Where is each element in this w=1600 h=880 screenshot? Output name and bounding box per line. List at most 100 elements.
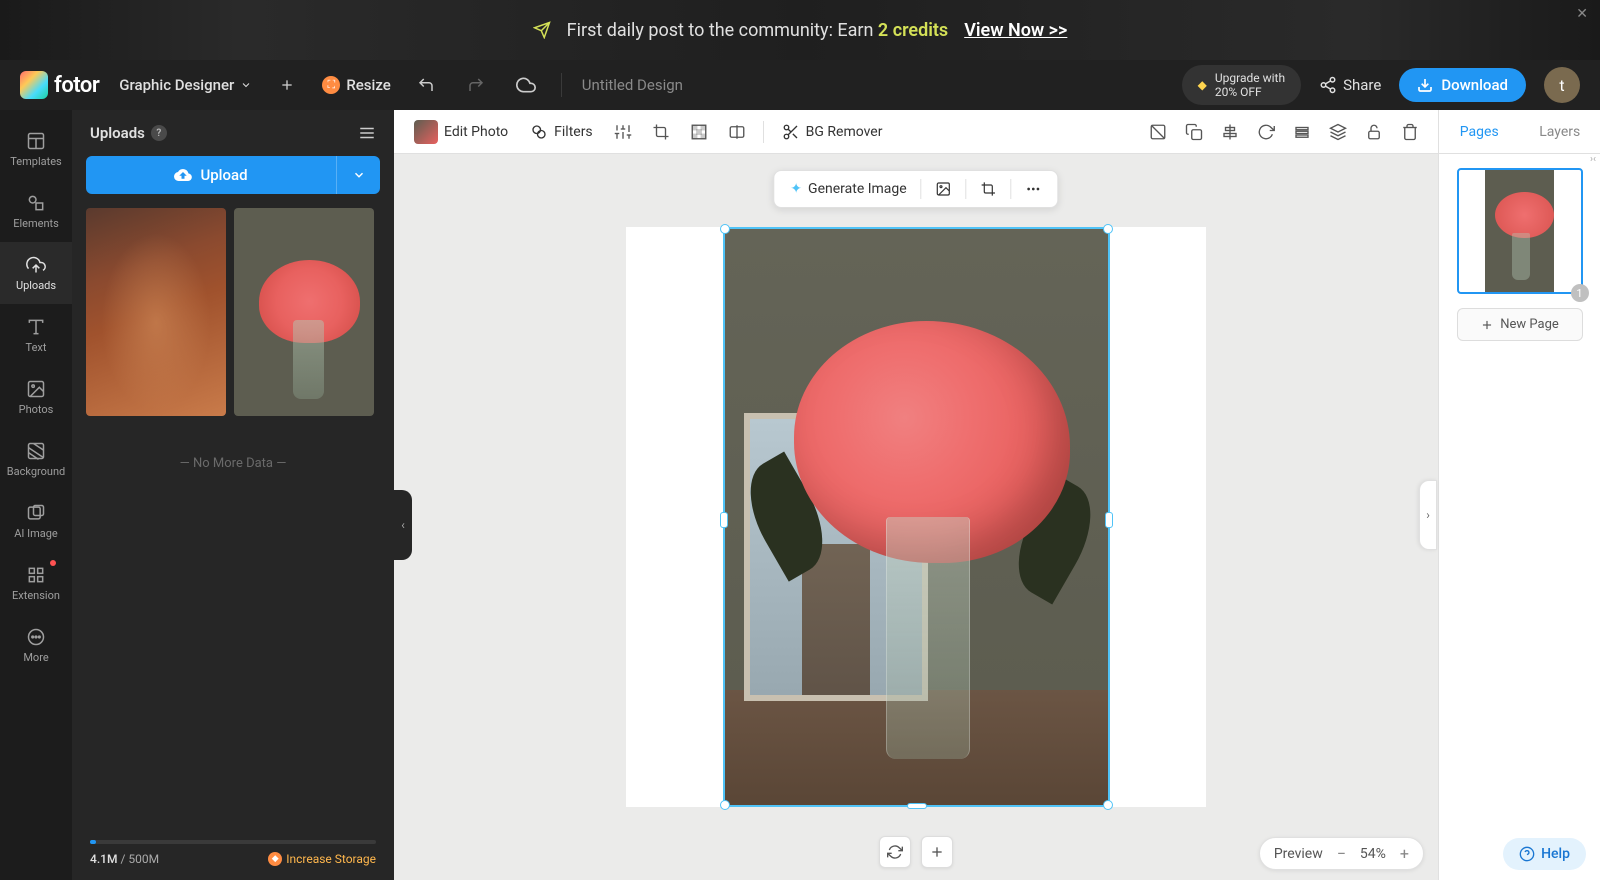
nav-uploads[interactable]: Uploads: [0, 242, 72, 304]
promo-banner: First daily post to the community: Earn …: [0, 0, 1600, 60]
opacity-button[interactable]: [1142, 116, 1174, 148]
upgrade-line1: Upgrade with: [1215, 71, 1285, 85]
download-button[interactable]: Download: [1399, 68, 1526, 102]
nav-templates[interactable]: Templates: [0, 118, 72, 180]
add-button[interactable]: [272, 70, 302, 100]
lock-button[interactable]: [1358, 116, 1390, 148]
nav-extension[interactable]: Extension: [0, 552, 72, 614]
layers-button[interactable]: [1322, 116, 1354, 148]
increase-storage-button[interactable]: ◆ Increase Storage: [268, 852, 376, 866]
close-icon[interactable]: ✕: [1576, 6, 1588, 22]
nav-ai-image[interactable]: AI Image: [0, 490, 72, 552]
nav-label: Elements: [13, 217, 59, 230]
page-thumbnail[interactable]: [1457, 168, 1583, 294]
brand-logo[interactable]: fotor: [20, 71, 99, 99]
resize-handle[interactable]: [1105, 512, 1113, 528]
tab-layers[interactable]: Layers: [1520, 110, 1600, 153]
artboard[interactable]: [626, 227, 1206, 807]
filters-button[interactable]: Filters: [522, 117, 601, 147]
chevron-down-icon: [240, 79, 252, 91]
nav-text[interactable]: Text: [0, 304, 72, 366]
storage-bar: [90, 840, 376, 844]
position-button[interactable]: [1286, 116, 1318, 148]
delete-button[interactable]: [1394, 116, 1426, 148]
upload-thumbnail[interactable]: [234, 208, 374, 416]
crop-image-button[interactable]: [975, 177, 1003, 201]
chevron-down-icon: [352, 168, 366, 182]
selected-image[interactable]: [723, 227, 1110, 807]
redo-button[interactable]: [461, 70, 491, 100]
uploads-panel: Uploads ? Upload — No More Data —: [72, 110, 394, 880]
upload-button[interactable]: Upload: [86, 156, 336, 194]
canvas-viewport[interactable]: ✦ Generate Image: [394, 154, 1438, 880]
resize-handle[interactable]: [720, 512, 728, 528]
resize-button[interactable]: ⛶ Resize: [322, 76, 390, 94]
resize-handle[interactable]: [1103, 224, 1113, 234]
nav-label: Background: [7, 465, 65, 478]
canvas-area: Edit Photo Filters BG Remover: [394, 110, 1438, 880]
resize-handle[interactable]: [720, 800, 730, 810]
info-icon[interactable]: ?: [151, 125, 167, 141]
collapse-icon[interactable]: ›‹: [1590, 154, 1596, 165]
new-page-label: New Page: [1500, 317, 1559, 332]
share-button[interactable]: Share: [1319, 76, 1381, 94]
help-label: Help: [1541, 846, 1570, 862]
crop-button[interactable]: [645, 116, 677, 148]
add-page-button[interactable]: [921, 836, 953, 868]
document-title[interactable]: Untitled Design: [582, 76, 683, 94]
bg-remover-button[interactable]: BG Remover: [774, 117, 891, 147]
undo-button[interactable]: [411, 70, 441, 100]
fit-button[interactable]: [879, 836, 911, 868]
generate-image-button[interactable]: ✦ Generate Image: [784, 177, 912, 201]
panel-menu-button[interactable]: [358, 124, 376, 142]
upgrade-button[interactable]: ◆ Upgrade with 20% OFF: [1182, 65, 1301, 106]
download-label: Download: [1441, 76, 1508, 94]
nav-background[interactable]: Background: [0, 428, 72, 490]
panel-collapse-handle[interactable]: ‹: [394, 490, 412, 560]
rotate-button[interactable]: [1250, 116, 1282, 148]
photos-icon: [26, 379, 46, 399]
selection-thumb-icon: [414, 120, 438, 144]
adjust-button[interactable]: [607, 116, 639, 148]
zoom-in-button[interactable]: +: [1400, 844, 1409, 863]
zoom-level[interactable]: 54%: [1360, 846, 1386, 862]
background-icon: [26, 441, 46, 461]
avatar-letter: t: [1559, 76, 1564, 95]
zoom-out-button[interactable]: −: [1337, 844, 1346, 863]
storage-usage: 4.1M / 500M: [90, 852, 159, 866]
edit-photo-button[interactable]: Edit Photo: [406, 114, 516, 150]
resize-label: Resize: [346, 76, 390, 94]
more-options-button[interactable]: [1020, 177, 1048, 201]
banner-cta-link[interactable]: View Now >>: [964, 20, 1067, 41]
brand-name: fotor: [54, 73, 99, 98]
templates-icon: [26, 131, 46, 151]
nav-label: Extension: [12, 589, 60, 602]
replace-image-button[interactable]: [930, 177, 958, 201]
mode-selector[interactable]: Graphic Designer: [119, 76, 252, 94]
user-avatar[interactable]: t: [1544, 67, 1580, 103]
resize-handle[interactable]: [1103, 800, 1113, 810]
nav-photos[interactable]: Photos: [0, 366, 72, 428]
resize-handle[interactable]: [720, 224, 730, 234]
preview-button[interactable]: Preview: [1274, 846, 1323, 862]
nav-elements[interactable]: Elements: [0, 180, 72, 242]
resize-handle[interactable]: [907, 803, 927, 809]
zoom-bar: Preview − 54% +: [1259, 837, 1424, 870]
align-button[interactable]: [1214, 116, 1246, 148]
flip-button[interactable]: [721, 116, 753, 148]
filters-label: Filters: [554, 124, 593, 140]
nav-more[interactable]: More: [0, 614, 72, 676]
ai-image-icon: [26, 503, 46, 523]
new-page-button[interactable]: New Page: [1457, 308, 1583, 341]
cloud-sync-button[interactable]: [511, 70, 541, 100]
pages-expand-handle[interactable]: ›: [1419, 480, 1437, 550]
upload-thumbnail[interactable]: [86, 208, 226, 416]
transparency-button[interactable]: [683, 116, 715, 148]
help-button[interactable]: Help: [1503, 838, 1586, 870]
duplicate-button[interactable]: [1178, 116, 1210, 148]
mode-label: Graphic Designer: [119, 76, 234, 94]
upgrade-line2: 20% OFF: [1215, 85, 1285, 99]
nav-label: Uploads: [16, 279, 56, 292]
upload-dropdown[interactable]: [336, 156, 380, 194]
tab-pages[interactable]: Pages: [1439, 110, 1520, 153]
